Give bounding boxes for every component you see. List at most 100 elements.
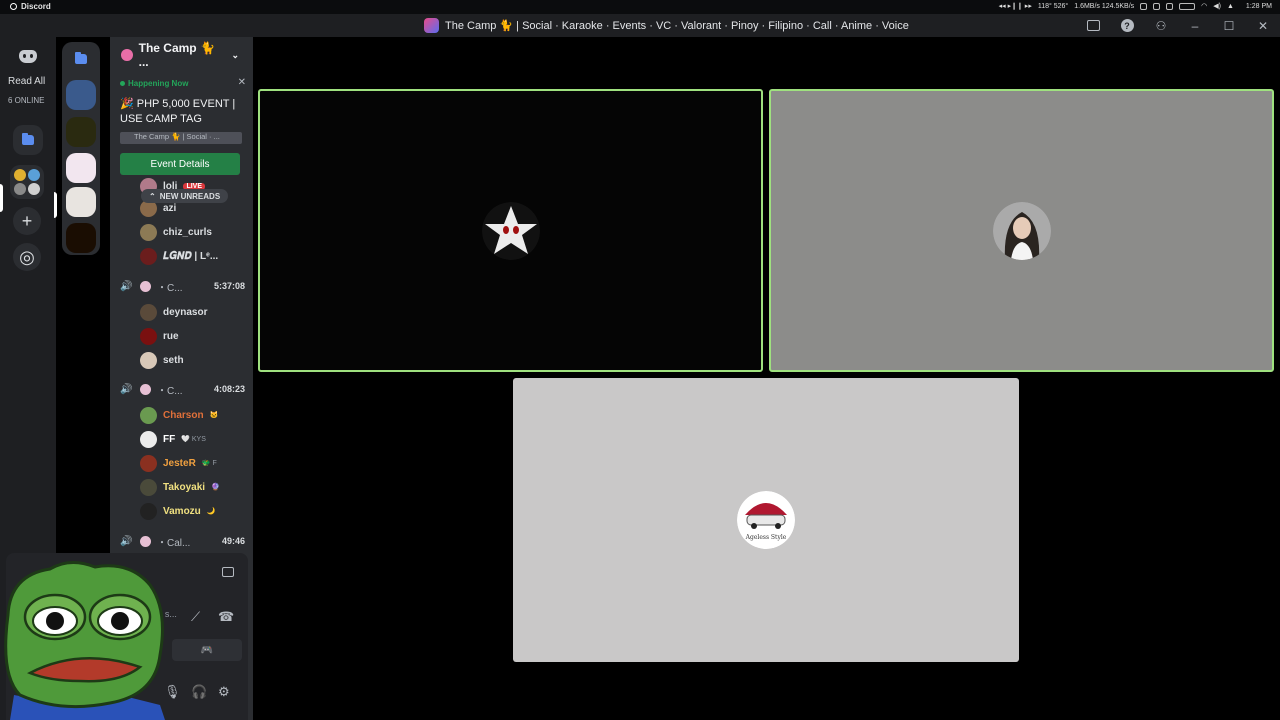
os-titlebar: Discord ◂◂ ▸❙❙ ▸▸ 118° 526° 1.6MB/s 124.…: [0, 0, 1280, 14]
video-tile[interactable]: [769, 89, 1274, 372]
event-location[interactable]: The Camp 🐈 | Social · ...: [120, 132, 242, 144]
online-count: 6 ONLINE: [8, 96, 45, 105]
new-unreads-pill[interactable]: ⌃ NEW UNREADS: [141, 189, 229, 203]
explore-button[interactable]: ◎: [13, 243, 41, 271]
member-tag: 🐲 F: [201, 460, 217, 467]
event-card: Happening Now ✕ 🎉 PHP 5,000 EVENT | USE …: [114, 75, 248, 179]
voice-member[interactable]: Vamozu 🌙: [140, 501, 216, 521]
channel-emblem-icon: [140, 535, 151, 547]
activity-button[interactable]: 🎮: [172, 639, 242, 661]
member-name: Charson: [163, 409, 204, 421]
voice-member[interactable]: deynasor: [140, 302, 207, 322]
network-readout: 1.6MB/s 124.5KB/s: [1074, 2, 1135, 10]
voice-channel[interactable]: 🔊 ・C... 4:08:23: [120, 380, 245, 398]
server-icon[interactable]: Pig Server: [66, 153, 96, 183]
volume-icon[interactable]: ◀): [1213, 2, 1221, 10]
media-controls-icon[interactable]: ◂◂ ▸❙❙ ▸▸: [999, 2, 1032, 10]
app-name: Discord: [21, 2, 51, 11]
speaker-icon: 🔊: [120, 383, 133, 395]
maximize-button[interactable]: ☐: [1212, 14, 1246, 37]
discord-app-icon: [10, 3, 17, 10]
avatar: [140, 247, 157, 265]
server-emblem-icon: [121, 49, 133, 61]
server-folder-button[interactable]: [13, 125, 43, 155]
avatar: [140, 303, 157, 321]
girl-avatar: [992, 201, 1051, 260]
notification-icon[interactable]: ▲: [1227, 3, 1234, 10]
voice-member[interactable]: 𝑳𝑮𝑵𝑫 | Lᵉ...: [140, 246, 218, 266]
video-tile[interactable]: [258, 89, 763, 372]
new-unreads-label: NEW UNREADS: [159, 191, 221, 201]
server-mini-icon: [14, 169, 26, 181]
folder-icon: [22, 133, 34, 145]
server-icon[interactable]: The Camp: [66, 187, 96, 217]
call-timer: 49:46: [221, 536, 245, 546]
disconnect-icon[interactable]: ☎: [218, 609, 234, 625]
tray-icon[interactable]: [1166, 2, 1174, 10]
server-mini-icon: [14, 183, 26, 195]
voice-member[interactable]: Charson 🐱: [140, 405, 218, 425]
add-server-button[interactable]: +: [13, 207, 41, 235]
pepe-overlay-image: [4, 561, 165, 720]
server-icon[interactable]: Pumpkin: [66, 223, 96, 253]
screen-share-icon[interactable]: [222, 567, 234, 577]
inbox-icon[interactable]: [1076, 14, 1110, 37]
voice-member[interactable]: chiz_curls: [140, 222, 212, 242]
happening-now-label: Happening Now: [120, 79, 188, 88]
noise-suppression-icon[interactable]: ⟋: [191, 609, 200, 625]
voice-member[interactable]: Takoyaki 🔮: [140, 477, 220, 497]
voice-member[interactable]: seth: [140, 350, 184, 370]
voice-channel[interactable]: 🔊 ・C... 5:37:08: [120, 277, 245, 295]
avatar: [140, 502, 157, 520]
server-folder-list: SOCIALITE KARAOKE LOUNGE Pig Server The Cam…: [54, 42, 100, 255]
server-mini-icon: [28, 169, 40, 181]
window-title: The Camp 🐈 | Social · Karaoke · Events ·…: [424, 18, 909, 33]
read-all-button[interactable]: Read All: [8, 76, 45, 87]
voice-member[interactable]: rue: [140, 326, 179, 346]
avatar: [140, 430, 157, 448]
tray-icon[interactable]: [1153, 2, 1161, 10]
battery-icon[interactable]: [1179, 2, 1196, 10]
plus-icon: +: [21, 210, 33, 231]
member-name: JesteR: [163, 457, 196, 469]
discord-logo-icon: [19, 49, 37, 63]
folder-toggle[interactable]: [71, 50, 91, 68]
event-details-button[interactable]: Event Details: [120, 153, 240, 175]
selected-pill: [0, 184, 3, 212]
discord-home-button[interactable]: [15, 46, 41, 66]
help-icon[interactable]: ?: [1110, 14, 1144, 37]
tray-icon[interactable]: [1140, 2, 1148, 10]
event-title: 🎉 PHP 5,000 EVENT | USE CAMP TAG: [120, 98, 236, 125]
compass-icon: ◎: [19, 246, 35, 267]
gear-icon[interactable]: ⚙: [218, 684, 230, 700]
chevron-up-icon: ⌃: [149, 191, 156, 201]
member-tag: 🌙: [206, 508, 216, 515]
member-tag: 🤍 KYS: [181, 436, 206, 443]
server-folder-preview[interactable]: [10, 165, 44, 199]
server-icon[interactable]: SOCIALITE: [66, 80, 96, 110]
voice-member[interactable]: JesteR 🐲 F: [140, 453, 217, 473]
voice-channel[interactable]: 🔊 ・Cal... 49:46: [120, 532, 245, 550]
voice-member[interactable]: FF 🤍 KYS: [140, 429, 206, 449]
voice-channel-name: ・C...: [157, 385, 183, 397]
close-icon[interactable]: ✕: [238, 77, 246, 88]
headphones-icon[interactable]: 🎧: [191, 684, 207, 700]
minimize-button[interactable]: –: [1178, 14, 1212, 37]
avatar: [140, 478, 157, 496]
clock: 1:28 PM: [1245, 2, 1272, 10]
wifi-icon[interactable]: ◠: [1201, 2, 1207, 10]
close-button[interactable]: ✕: [1246, 14, 1280, 37]
video-tile[interactable]: Ageless Style: [513, 378, 1019, 662]
member-name: azi: [163, 202, 177, 214]
avatar: [140, 327, 157, 345]
activity-icon[interactable]: ⚇: [1144, 14, 1178, 37]
avatar: [140, 223, 157, 241]
speaker-icon: 🔊: [120, 280, 133, 292]
star-avatar: [481, 201, 540, 260]
speaker-icon: 🔊: [120, 535, 133, 547]
server-icon[interactable]: KARAOKE LOUNGE: [66, 117, 96, 147]
voice-channel-name: ・C...: [157, 282, 183, 294]
server-header[interactable]: The Camp 🐈 ... ⌄: [110, 37, 253, 73]
window-title-text: The Camp 🐈 | Social · Karaoke · Events ·…: [445, 20, 909, 32]
voice-channel-name: ・Cal...: [157, 537, 191, 549]
